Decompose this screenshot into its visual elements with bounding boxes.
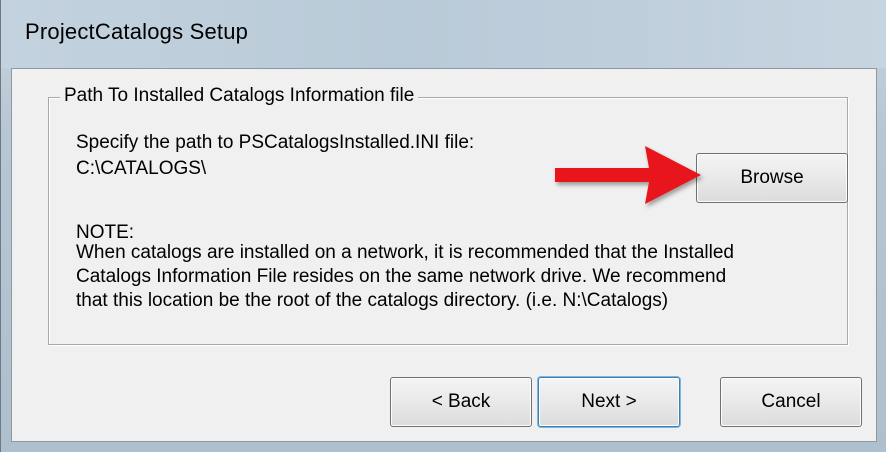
path-value-text: C:\CATALOGS\ (76, 158, 207, 179)
back-button[interactable]: < Back (390, 377, 532, 427)
setup-window: ProjectCatalogs Setup Path To Installed … (0, 0, 886, 452)
groupbox-legend: Path To Installed Catalogs Information f… (60, 85, 419, 107)
dialog-client-area: Path To Installed Catalogs Information f… (11, 68, 877, 442)
title-bar: ProjectCatalogs Setup (1, 0, 886, 68)
note-line-1: When catalogs are installed on a network… (76, 242, 734, 263)
red-arrow-icon (555, 146, 701, 204)
cancel-button[interactable]: Cancel (720, 377, 862, 427)
browse-button[interactable]: Browse (696, 153, 848, 203)
note-line-2: Catalogs Information File resides on the… (76, 266, 727, 287)
window-title: ProjectCatalogs Setup (25, 19, 249, 44)
next-button[interactable]: Next > (538, 377, 680, 427)
path-prompt-label: Specify the path to PSCatalogsInstalled.… (76, 132, 475, 153)
note-line-3: that this location be the root of the ca… (76, 290, 669, 311)
